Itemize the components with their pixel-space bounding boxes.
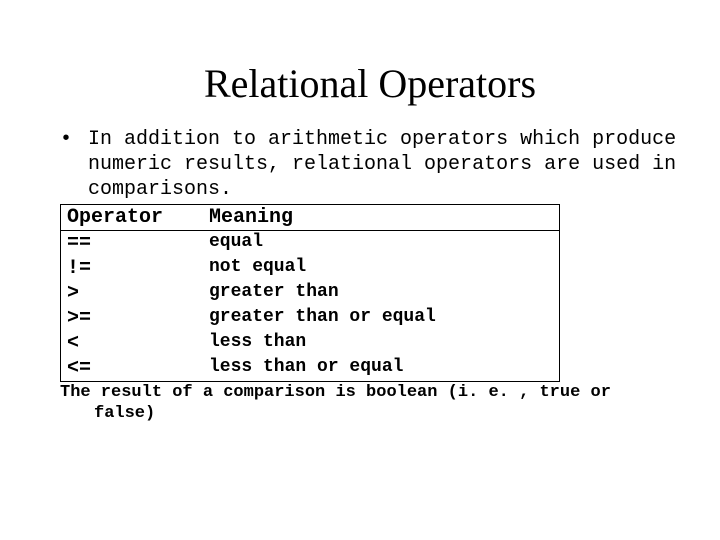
cell-meaning: greater than or equal bbox=[203, 306, 560, 331]
bullet-dot: • bbox=[60, 127, 88, 202]
cell-operator: == bbox=[61, 231, 204, 257]
slide-title: Relational Operators bbox=[60, 60, 680, 107]
cell-meaning: equal bbox=[203, 231, 560, 257]
slide-body: • In addition to arithmetic operators wh… bbox=[60, 127, 680, 425]
cell-meaning: not equal bbox=[203, 256, 560, 281]
operators-table-wrap: Operator Meaning == equal != not equal > bbox=[60, 204, 560, 382]
table-row: <= less than or equal bbox=[61, 356, 560, 382]
table-row: == equal bbox=[61, 231, 560, 257]
footnote-text: The result of a comparison is boolean (i… bbox=[60, 382, 680, 425]
cell-operator: > bbox=[61, 281, 204, 306]
footnote: The result of a comparison is boolean (i… bbox=[60, 382, 680, 425]
bullet-item: • In addition to arithmetic operators wh… bbox=[60, 127, 680, 202]
table-row: != not equal bbox=[61, 256, 560, 281]
cell-operator: >= bbox=[61, 306, 204, 331]
table-row: < less than bbox=[61, 331, 560, 356]
cell-operator: < bbox=[61, 331, 204, 356]
header-meaning: Meaning bbox=[203, 205, 560, 231]
operators-table: Operator Meaning == equal != not equal > bbox=[60, 204, 560, 382]
table-header-row: Operator Meaning bbox=[61, 205, 560, 231]
cell-meaning: less than bbox=[203, 331, 560, 356]
cell-meaning: less than or equal bbox=[203, 356, 560, 382]
header-operator: Operator bbox=[61, 205, 204, 231]
cell-operator: != bbox=[61, 256, 204, 281]
table-row: >= greater than or equal bbox=[61, 306, 560, 331]
cell-operator: <= bbox=[61, 356, 204, 382]
cell-meaning: greater than bbox=[203, 281, 560, 306]
slide: Relational Operators • In addition to ar… bbox=[0, 0, 720, 540]
table-row: > greater than bbox=[61, 281, 560, 306]
bullet-text: In addition to arithmetic operators whic… bbox=[88, 127, 680, 202]
